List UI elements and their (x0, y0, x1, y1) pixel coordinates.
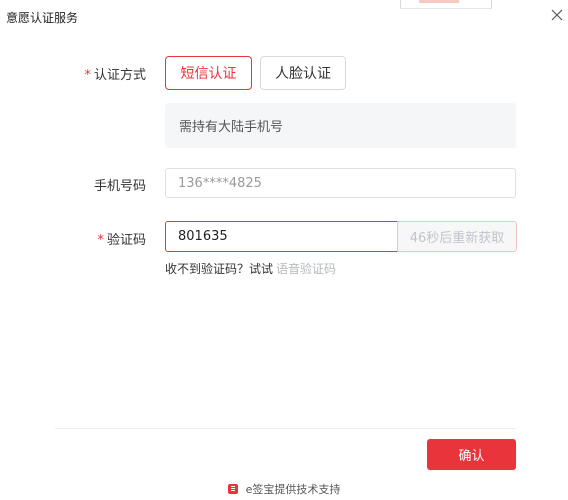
code-label-row: * 验证码 (26, 229, 146, 248)
resend-code-button[interactable]: 46秒后重新获取 (397, 221, 517, 252)
note-text: 需持有大陆手机号 (179, 120, 284, 135)
background-page-remnant (400, 0, 492, 9)
required-mark: * (84, 68, 91, 83)
sms-method-button[interactable]: 短信认证 (165, 56, 252, 90)
close-icon[interactable] (551, 9, 563, 21)
footer-divider (55, 428, 516, 429)
hint-text: 收不到验证码？试试 (165, 262, 274, 276)
verification-code-input[interactable] (165, 221, 398, 252)
confirm-button[interactable]: 确认 (427, 439, 516, 470)
face-method-button[interactable]: 人脸认证 (260, 56, 346, 90)
verification-dialog: 意愿认证服务 *认证方式 短信认证 人脸认证 需持有大陆手机号 手机号码 *验证… (0, 0, 568, 500)
esign-logo-icon (227, 484, 238, 494)
code-label: 验证码 (106, 233, 146, 248)
dialog-title: 意愿认证服务 (6, 11, 79, 25)
footer-text: e签宝提供技术支持 (245, 483, 341, 496)
required-mark: * (97, 233, 104, 248)
phone-field[interactable] (165, 168, 516, 198)
code-hint: 收不到验证码？试试 语音验证码 (165, 260, 336, 277)
phone-label: 手机号码 (93, 179, 146, 194)
phone-requirement-note: 需持有大陆手机号 (165, 103, 516, 148)
method-label-row: * 认证方式 (26, 64, 146, 83)
method-label: 认证方式 (93, 68, 146, 83)
powered-by-footer: e签宝提供技术支持 (0, 482, 568, 496)
code-input-group: 46秒后重新获取 (165, 221, 517, 252)
voice-code-link[interactable]: 语音验证码 (276, 262, 336, 276)
